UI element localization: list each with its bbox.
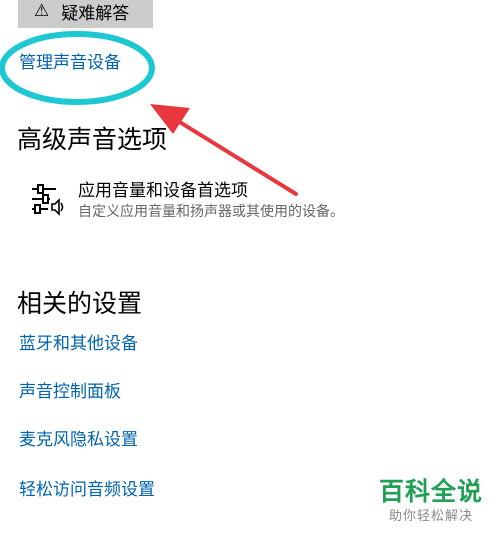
watermark-sub: 助你轻松解决 — [388, 509, 473, 524]
app-volume-device-preferences[interactable]: 应用音量和设备首选项 自定义应用音量和扬声器或其使用的设备。 — [30, 180, 470, 224]
app-volume-description: 自定义应用音量和扬声器或其使用的设备。 — [78, 204, 344, 220]
annotation-overlay — [0, 31, 298, 196]
app-volume-title: 应用音量和设备首选项 — [78, 181, 248, 201]
advanced-sound-options-title: 高级声音选项 — [17, 125, 168, 154]
troubleshoot-label: 疑难解答 — [61, 3, 130, 24]
microphone-privacy-link[interactable]: 麦克风隐私设置 — [19, 429, 138, 451]
warning-icon: ⚠ — [34, 0, 50, 21]
ease-of-access-audio-link[interactable]: 轻松访问音频设置 — [19, 479, 155, 501]
sound-control-panel-link[interactable]: 声音控制面板 — [19, 381, 121, 403]
manage-sound-devices-link[interactable]: 管理声音设备 — [19, 52, 121, 74]
watermark-main: 百科全说 — [378, 477, 483, 506]
bluetooth-devices-link[interactable]: 蓝牙和其他设备 — [19, 333, 138, 355]
watermark: 百科全说 助你轻松解决 — [372, 476, 490, 526]
related-settings-title: 相关的设置 — [17, 289, 143, 318]
troubleshoot-button[interactable]: ⚠ 疑难解答 — [18, 0, 153, 28]
sliders-icon — [32, 184, 64, 216]
